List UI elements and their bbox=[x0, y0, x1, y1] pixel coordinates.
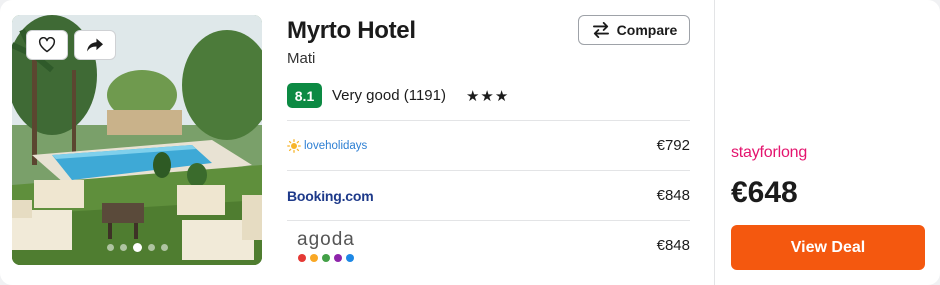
offer-price: €848 bbox=[656, 237, 690, 254]
photo-carousel-dots[interactable] bbox=[12, 243, 262, 252]
carousel-dot[interactable] bbox=[132, 243, 142, 252]
agoda-logo: agoda bbox=[287, 228, 355, 262]
compare-label: Compare bbox=[616, 22, 678, 38]
hotel-location: Mati bbox=[287, 50, 316, 67]
agoda-dot bbox=[333, 253, 342, 262]
deal-price: €648 bbox=[731, 176, 798, 209]
heart-icon bbox=[38, 37, 56, 53]
carousel-dot[interactable] bbox=[106, 244, 114, 251]
rating-text: Very good (1191) bbox=[332, 87, 446, 104]
swap-arrows-icon bbox=[592, 22, 609, 38]
agoda-dot bbox=[297, 253, 306, 262]
agoda-dots bbox=[297, 253, 354, 262]
agoda-dot bbox=[321, 253, 330, 262]
deal-provider-logo: stayforlong bbox=[731, 144, 808, 161]
hotel-photo[interactable] bbox=[12, 15, 262, 265]
column-divider bbox=[714, 0, 715, 285]
loveholidays-wordmark: loveholidays bbox=[304, 139, 368, 152]
star-rating: ★★★ bbox=[465, 87, 510, 105]
share-button[interactable] bbox=[74, 30, 116, 60]
offer-row-agoda[interactable]: agoda €848 bbox=[287, 220, 690, 270]
offer-row-loveholidays[interactable]: loveholidays €792 bbox=[287, 120, 690, 170]
share-arrow-icon bbox=[87, 38, 103, 52]
carousel-dot[interactable] bbox=[119, 244, 127, 251]
carousel-dot[interactable] bbox=[147, 244, 155, 251]
offers-list: loveholidays €792 Booking.com €848 agoda… bbox=[287, 120, 690, 270]
score-badge: 8.1 bbox=[287, 83, 322, 108]
compare-button[interactable]: Compare bbox=[578, 15, 690, 45]
carousel-dot[interactable] bbox=[160, 244, 168, 251]
offer-price: €848 bbox=[656, 187, 690, 204]
hotel-result-card[interactable]: Myrto Hotel Mati Compare 8.1 Very good (… bbox=[0, 0, 940, 285]
offer-row-booking[interactable]: Booking.com €848 bbox=[287, 170, 690, 220]
rating-row: 8.1 Very good (1191) ★★★ bbox=[287, 83, 509, 108]
hotel-name[interactable]: Myrto Hotel bbox=[287, 17, 416, 45]
agoda-wordmark: agoda bbox=[297, 228, 355, 250]
loveholidays-logo: loveholidays bbox=[287, 138, 368, 153]
favorite-button[interactable] bbox=[26, 30, 68, 60]
agoda-dot bbox=[309, 253, 318, 262]
sun-icon bbox=[287, 138, 301, 153]
agoda-dot bbox=[345, 253, 354, 262]
view-deal-button[interactable]: View Deal bbox=[731, 225, 925, 270]
offer-price: €792 bbox=[656, 137, 690, 154]
booking-logo: Booking.com bbox=[287, 187, 374, 204]
